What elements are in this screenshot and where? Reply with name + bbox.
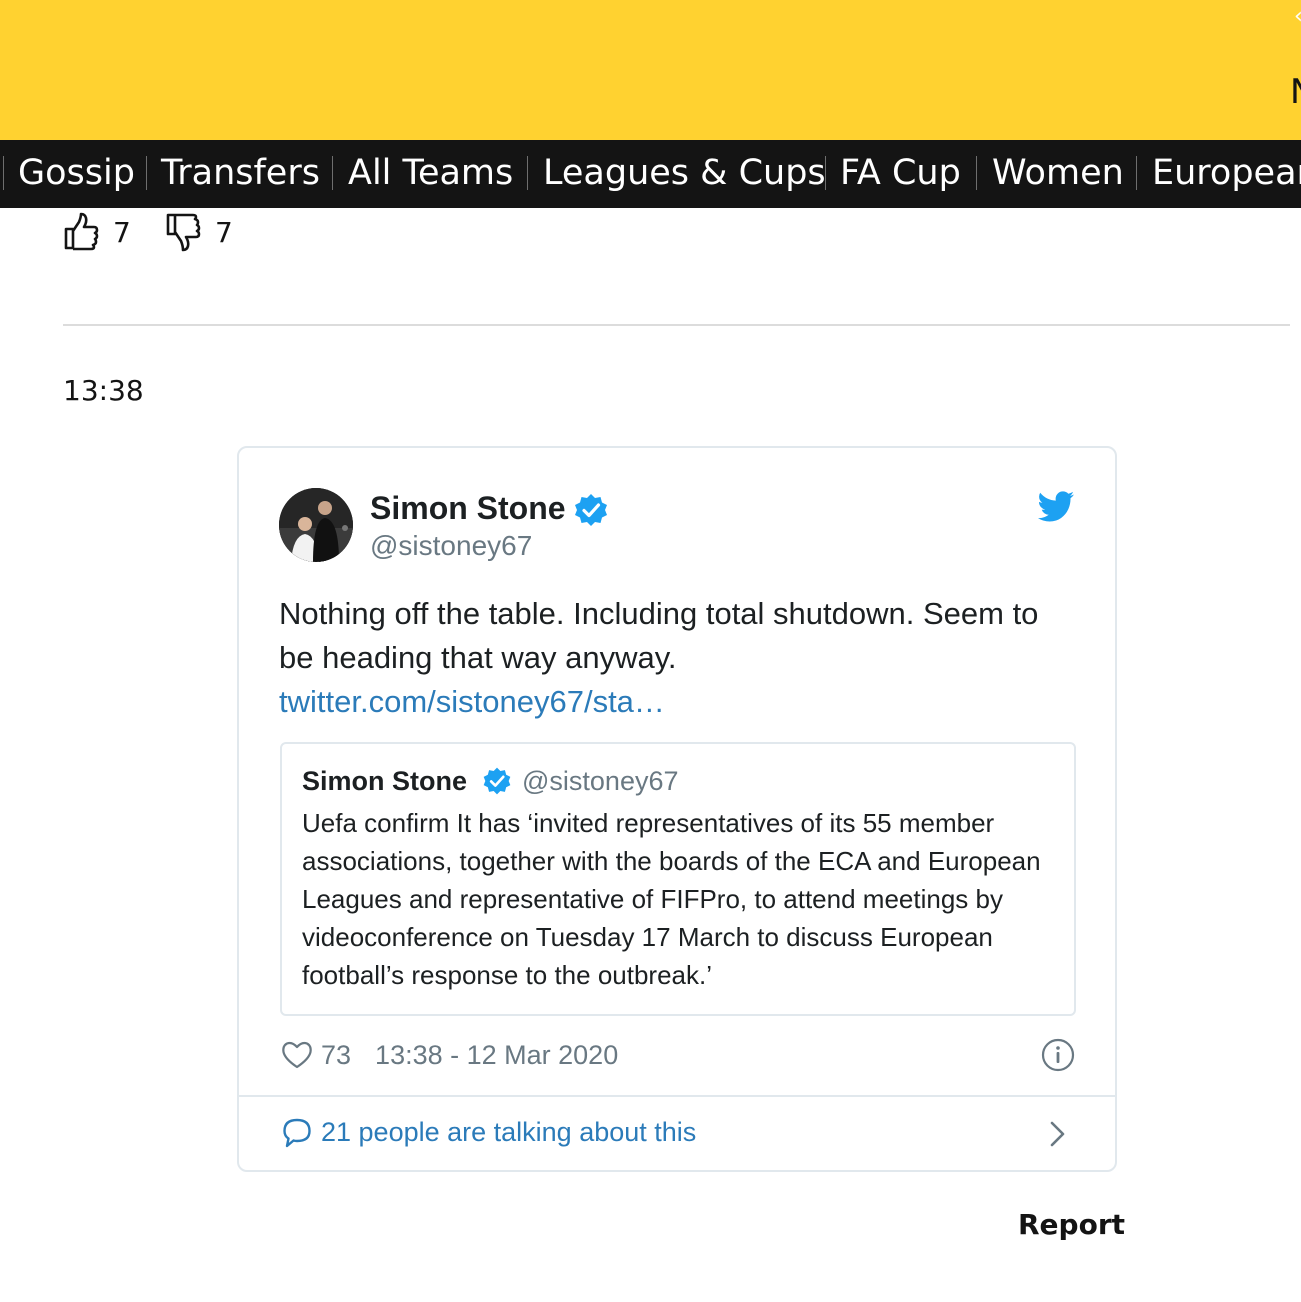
- tweet-link[interactable]: twitter.com/sistoney67/sta…: [279, 680, 665, 724]
- avatar[interactable]: [279, 488, 353, 562]
- thumbs-up-count: 7: [113, 215, 131, 249]
- conversation-label: 21 people are talking about this: [321, 1117, 697, 1147]
- tweet-timestamp[interactable]: 13:38 - 12 Mar 2020: [375, 1040, 618, 1071]
- post-timestamp: 13:38: [63, 374, 144, 407]
- header-edge-text[interactable]: N: [1290, 72, 1301, 112]
- entry-divider: [63, 324, 1290, 326]
- nav-separator: [3, 156, 4, 190]
- thumbs-up-button[interactable]: 7: [63, 212, 131, 252]
- twitter-bird-icon[interactable]: [1037, 490, 1075, 524]
- nav-separator: [332, 156, 333, 190]
- thumbs-down-icon: [166, 213, 201, 252]
- nav-item-women[interactable]: Women: [992, 140, 1124, 208]
- like-count: 73: [321, 1039, 352, 1070]
- nav-separator: [527, 156, 528, 190]
- conversation-link[interactable]: 21 people are talking about this: [239, 1097, 1115, 1170]
- report-button[interactable]: Report: [1018, 1208, 1125, 1241]
- info-icon[interactable]: [1041, 1038, 1075, 1072]
- nav-separator: [146, 156, 147, 190]
- heart-icon[interactable]: [281, 1040, 313, 1070]
- verified-badge-icon: [575, 494, 607, 526]
- nav-item-leagues-cups[interactable]: Leagues & Cups: [543, 140, 826, 208]
- quoted-author-name: Simon Stone: [302, 766, 468, 796]
- nav-separator: [825, 156, 826, 190]
- speech-bubble-icon: [283, 1118, 311, 1148]
- chevron-right-icon: [1050, 1121, 1065, 1147]
- thumbs-down-button[interactable]: 7: [165, 212, 233, 252]
- nav-item-transfers[interactable]: Transfers: [161, 140, 320, 208]
- nav-item-gossip[interactable]: Gossip: [18, 140, 135, 208]
- embedded-tweet: Simon Stone @sistoney67 Nothing off the …: [237, 446, 1117, 1172]
- header-edge-glyph: ‹: [1294, 4, 1301, 29]
- site-header: ‹ N: [0, 0, 1301, 140]
- tweet-author-handle[interactable]: @sistoney67: [370, 530, 532, 562]
- nav-item-all-teams[interactable]: All Teams: [348, 140, 513, 208]
- quoted-tweet[interactable]: Simon Stone @sistoney67 Uefa confirm It …: [280, 742, 1076, 1016]
- tweet-meta: 73 13:38 - 12 Mar 2020: [281, 1036, 618, 1074]
- nav-separator: [976, 156, 977, 190]
- verified-badge-icon: [483, 767, 511, 795]
- nav-item-fa-cup[interactable]: FA Cup: [840, 140, 961, 208]
- nav-item-european[interactable]: European: [1152, 140, 1301, 208]
- thumbs-up-icon: [64, 212, 99, 251]
- tweet-author-name[interactable]: Simon Stone: [370, 490, 566, 527]
- sport-nav: Gossip Transfers All Teams Leagues & Cup…: [0, 140, 1301, 208]
- thumbs-down-count: 7: [215, 215, 233, 249]
- quoted-tweet-text: Uefa confirm It has ‘invited representat…: [302, 808, 1041, 990]
- quoted-author-handle: @sistoney67: [522, 766, 679, 796]
- tweet-text: Nothing off the table. Including total s…: [279, 596, 1039, 675]
- nav-separator: [1136, 156, 1137, 190]
